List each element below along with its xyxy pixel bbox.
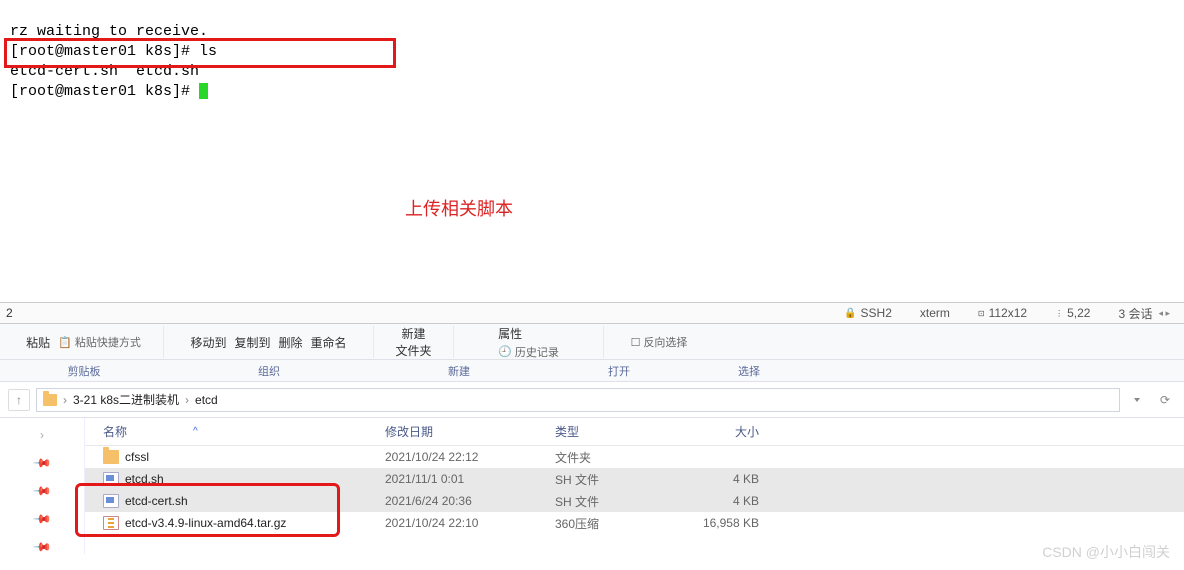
chevron-right-icon[interactable]: › [40,428,44,442]
explorer-sidebar: › 📌 📌 📌 📌 [0,418,85,554]
invert-selection-button[interactable]: ☐反向选择 [631,334,688,350]
status-ssh: 🔒SSH2 [830,306,906,320]
file-name: cfssl [125,450,149,464]
file-type: SH 文件 [555,471,685,488]
paste-shortcut-button[interactable]: 📋粘贴快捷方式 [58,334,141,350]
file-row[interactable]: etcd.sh 2021/11/1 0:01SH 文件4 KB [85,468,1184,490]
file-size: 16,958 KB [685,516,775,530]
delete-button[interactable]: 删除 [279,334,303,351]
move-to-button[interactable]: 移动到 [190,334,226,351]
rename-button[interactable]: 重命名 [311,334,347,351]
file-date: 2021/10/24 22:12 [385,450,555,464]
archive-icon [103,516,119,530]
file-name: etcd-v3.4.9-linux-amd64.tar.gz [125,516,286,530]
folder-icon [43,394,57,406]
nav-up-button[interactable]: ↑ [8,389,30,411]
file-type: 360压缩 [555,515,685,532]
pin-icon[interactable]: 📌 [32,481,52,501]
pin-icon[interactable]: 📌 [32,537,52,557]
column-name[interactable]: 名称^ [85,423,385,440]
explorer-ribbon: 粘贴 📋粘贴快捷方式 移动到 复制到 删除 重命名 新建 文件夹 属性 🕘历史记… [0,324,1184,360]
file-row[interactable]: etcd-v3.4.9-linux-amd64.tar.gz 2021/10/24… [85,512,1184,534]
column-size[interactable]: 大小 [685,423,775,440]
lock-icon: 🔒 [844,308,856,319]
status-left: 2 [0,306,19,320]
file-date: 2021/11/1 0:01 [385,472,555,486]
file-list: 名称^ 修改日期 类型 大小 cfssl 2021/10/24 22:12文件夹 e… [85,418,1184,554]
refresh-button[interactable]: ⟳ [1154,389,1176,411]
properties-button[interactable]: 属性 [498,325,522,342]
file-row[interactable]: cfssl 2021/10/24 22:12文件夹 [85,446,1184,468]
file-row[interactable]: etcd-cert.sh 2021/6/24 20:36SH 文件4 KB [85,490,1184,512]
file-date: 2021/6/24 20:36 [385,494,555,508]
cursor-icon [199,83,208,99]
file-date: 2021/10/24 22:10 [385,516,555,530]
section-organize: 组织 [164,363,374,379]
new-folder-button[interactable]: 新建 文件夹 [395,325,431,359]
sort-asc-icon: ^ [193,426,198,437]
section-select: 选择 [694,363,804,379]
file-explorer-body: › 📌 📌 📌 📌 名称^ 修改日期 类型 大小 cfssl 2021/10/24… [0,418,1184,554]
history-button[interactable]: 🕘历史记录 [498,344,559,360]
column-headers: 名称^ 修改日期 类型 大小 [85,418,1184,446]
copy-to-button[interactable]: 复制到 [234,334,270,351]
file-size: 4 KB [685,494,775,508]
file-size: 4 KB [685,472,775,486]
explorer-navbar: ↑ › 3-21 k8s二进制装机 › etcd ⟳ [0,382,1184,418]
chevron-right-icon[interactable]: › [63,393,67,407]
section-clipboard: 剪贴板 [4,363,164,379]
ribbon-sections: 剪贴板 组织 新建 打开 选择 [0,360,1184,382]
chevron-right-icon[interactable]: › [185,393,189,407]
annotation-text: 上传相关脚本 [405,195,513,221]
terminal-output: rz waiting to receive. [root@master01 k8… [0,0,1184,104]
column-type[interactable]: 类型 [555,423,685,440]
terminal-status-bar: 2 🔒SSH2 xterm ⊡112x12 ⋮5,22 3 会话◂ ▸ [0,302,1184,324]
file-type: SH 文件 [555,493,685,510]
breadcrumb-item[interactable]: 3-21 k8s二进制装机 [73,391,179,408]
sh-icon [103,472,119,486]
status-sessions[interactable]: 3 会话◂ ▸ [1104,305,1184,322]
breadcrumb-item[interactable]: etcd [195,393,218,407]
terminal-line: etcd-cert.sh etcd.sh [10,63,199,80]
section-open: 打开 [544,363,694,379]
folder-icon [103,450,119,464]
section-new: 新建 [374,363,544,379]
status-term: xterm [906,306,964,320]
pin-icon[interactable]: 📌 [32,509,52,529]
dropdown-icon[interactable] [1126,389,1148,411]
file-name: etcd-cert.sh [125,494,188,508]
status-size: ⊡112x12 [964,306,1041,320]
watermark: CSDN @小小白闯关 [1042,542,1170,562]
sh-icon [103,494,119,508]
paste-button[interactable]: 粘贴 [26,334,50,351]
file-name: etcd.sh [125,472,164,486]
terminal-line: [root@master01 k8s]# ls [10,43,217,60]
address-bar[interactable]: › 3-21 k8s二进制装机 › etcd [36,388,1120,412]
terminal-line: rz waiting to receive. [10,23,208,40]
column-date[interactable]: 修改日期 [385,423,555,440]
status-pos: ⋮5,22 [1041,306,1104,320]
terminal-prompt[interactable]: [root@master01 k8s]# [10,83,199,100]
file-type: 文件夹 [555,449,685,466]
pin-icon[interactable]: 📌 [32,453,52,473]
